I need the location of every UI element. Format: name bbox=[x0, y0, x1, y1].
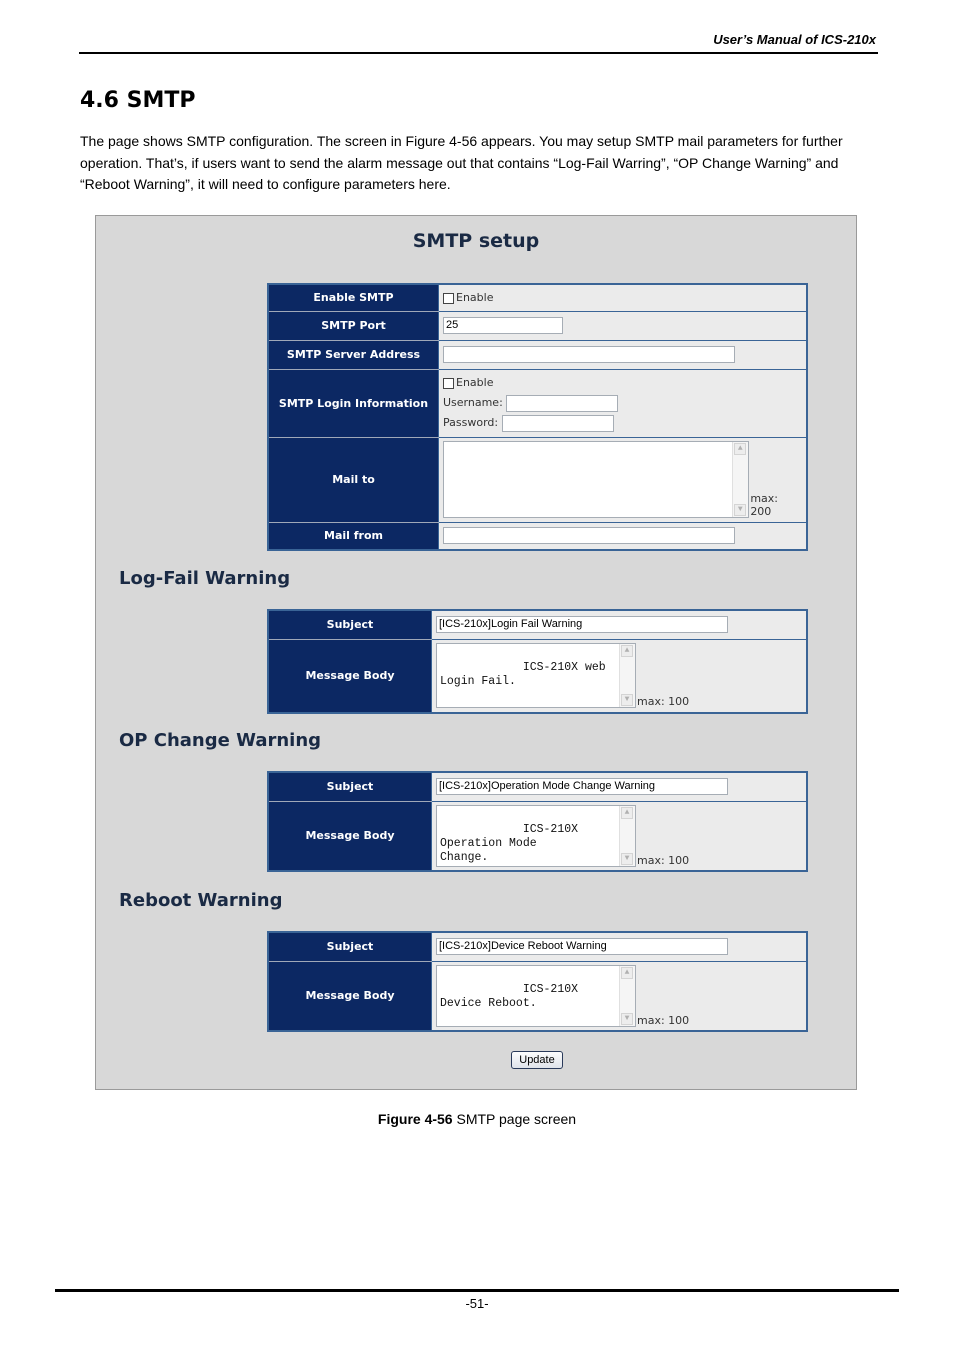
op-change-table: Subject [ICS-210x]Operation Mode Change … bbox=[267, 771, 808, 872]
log-fail-body-text: ICS-210X web Login Fail. bbox=[440, 661, 613, 689]
section-title: 4.6 SMTP bbox=[80, 88, 196, 113]
header-rule bbox=[79, 52, 878, 54]
log-fail-subject-label: Subject bbox=[267, 609, 432, 640]
log-fail-table: Subject [ICS-210x]Login Fail Warning Mes… bbox=[267, 609, 808, 714]
op-change-body-text: ICS-210X Operation Mode Change. bbox=[440, 822, 579, 864]
op-change-subject-input[interactable]: [ICS-210x]Operation Mode Change Warning bbox=[436, 778, 728, 796]
mail-to-textarea[interactable]: ▲ ▼ bbox=[443, 441, 750, 518]
scroll-up-icon[interactable]: ▲ bbox=[621, 806, 633, 819]
update-button[interactable]: Update bbox=[511, 1051, 563, 1069]
scroll-down-icon[interactable]: ▼ bbox=[734, 504, 747, 516]
figure-caption: Figure 4-56 SMTP page screen bbox=[0, 1111, 954, 1127]
footer-rule bbox=[55, 1289, 899, 1292]
enable-smtp-label: Enable SMTP bbox=[267, 283, 439, 312]
row-mail-from: Mail from bbox=[267, 521, 808, 551]
mail-to-label: Mail to bbox=[267, 436, 439, 523]
reboot-body-textarea[interactable]: ICS-210X Device Reboot. ▲ ▼ bbox=[436, 964, 636, 1027]
scroll-up-icon[interactable]: ▲ bbox=[621, 645, 633, 658]
username-input[interactable] bbox=[506, 394, 619, 412]
smtp-login-label: SMTP Login Information bbox=[267, 368, 439, 438]
reboot-body-text: ICS-210X Device Reboot. bbox=[440, 982, 585, 1010]
row-enable-smtp: Enable SMTP Enable bbox=[267, 283, 808, 312]
op-change-body-label: Message Body bbox=[267, 800, 432, 872]
reboot-heading: Reboot Warning bbox=[119, 890, 283, 911]
reboot-table: Subject [ICS-210x]Device Reboot Warning … bbox=[267, 931, 808, 1032]
login-enable-checkbox[interactable] bbox=[443, 377, 454, 389]
scroll-down-icon[interactable]: ▼ bbox=[621, 852, 633, 865]
op-change-heading: OP Change Warning bbox=[119, 730, 322, 751]
manual-header: User’s Manual of ICS-210x bbox=[713, 32, 876, 47]
scroll-up-icon[interactable]: ▲ bbox=[734, 443, 747, 455]
password-label: Password: bbox=[443, 416, 499, 429]
screenshot-frame: SMTP setup Enable SMTP Enable SMTP Port … bbox=[95, 215, 857, 1090]
mail-from-label: Mail from bbox=[267, 521, 439, 551]
row-smtp-server: SMTP Server Address bbox=[267, 339, 808, 370]
smtp-port-input[interactable]: 25 bbox=[443, 317, 563, 334]
intro-paragraph: The page shows SMTP configuration. The s… bbox=[80, 133, 843, 192]
username-label: Username: bbox=[443, 396, 503, 409]
enable-smtp-checkbox[interactable] bbox=[443, 292, 454, 304]
scrollbar[interactable]: ▲ ▼ bbox=[619, 644, 635, 708]
smtp-config-table: Enable SMTP Enable SMTP Port 25 SMTP Ser… bbox=[267, 283, 808, 551]
reboot-subject-input[interactable]: [ICS-210x]Device Reboot Warning bbox=[436, 938, 728, 956]
scroll-down-icon[interactable]: ▼ bbox=[621, 694, 633, 707]
password-input[interactable] bbox=[501, 414, 614, 432]
page-number: -51- bbox=[465, 1296, 489, 1311]
log-fail-body-label: Message Body bbox=[267, 638, 432, 714]
caption-label: Figure 4-56 bbox=[377, 1111, 453, 1127]
scrollbar[interactable]: ▲ ▼ bbox=[619, 965, 635, 1026]
caption-text: SMTP page screen bbox=[452, 1111, 577, 1127]
scrollbar[interactable]: ▲ ▼ bbox=[732, 442, 749, 517]
scroll-up-icon[interactable]: ▲ bbox=[621, 966, 633, 979]
log-fail-body-textarea[interactable]: ICS-210X web Login Fail. ▲ ▼ bbox=[436, 643, 636, 709]
mail-from-input[interactable] bbox=[443, 527, 735, 545]
smtp-server-input[interactable] bbox=[443, 346, 735, 363]
log-fail-subject-input[interactable]: [ICS-210x]Login Fail Warning bbox=[436, 616, 728, 634]
smtp-setup-title: SMTP setup bbox=[412, 230, 540, 252]
smtp-server-label: SMTP Server Address bbox=[267, 339, 439, 370]
log-fail-heading: Log-Fail Warning bbox=[119, 568, 291, 589]
row-smtp-login: SMTP Login Information Enable Username: … bbox=[267, 368, 808, 438]
row-mail-to: Mail to ▲ ▼ max: 200 bbox=[267, 436, 808, 523]
scrollbar[interactable]: ▲ ▼ bbox=[619, 805, 635, 866]
row-smtp-port: SMTP Port 25 bbox=[267, 310, 808, 341]
scroll-down-icon[interactable]: ▼ bbox=[621, 1012, 633, 1025]
op-change-body-textarea[interactable]: ICS-210X Operation Mode Change. ▲ ▼ bbox=[436, 804, 636, 867]
reboot-body-label: Message Body bbox=[267, 960, 432, 1032]
smtp-port-label: SMTP Port bbox=[267, 310, 439, 341]
reboot-subject-label: Subject bbox=[267, 931, 432, 962]
login-enable-checkbox-label: Enable bbox=[456, 376, 494, 389]
op-change-subject-label: Subject bbox=[267, 771, 432, 802]
enable-smtp-checkbox-label: Enable bbox=[456, 291, 494, 305]
